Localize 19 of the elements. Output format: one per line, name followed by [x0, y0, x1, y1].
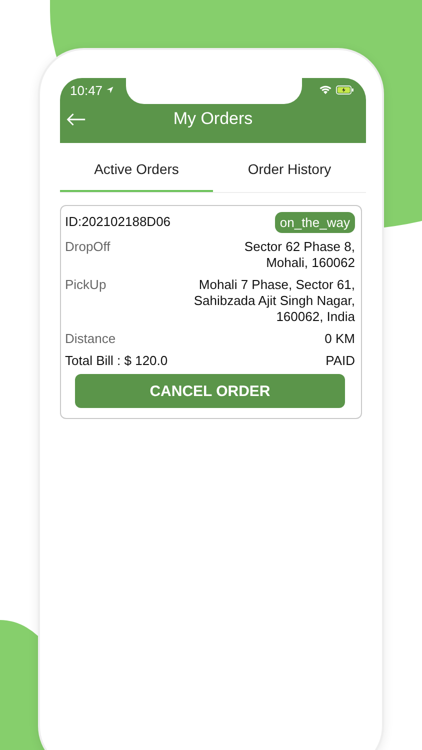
order-id: ID:202102188D06: [65, 213, 171, 229]
status-tag: on_the_way: [274, 212, 355, 233]
field-value: Sector 62 Phase 8, Mohali, 160062: [244, 239, 355, 271]
field-label: Distance: [65, 331, 116, 346]
wifi-icon: [319, 85, 332, 95]
screen-title: My Orders: [172, 109, 254, 129]
payment-status: PAID: [326, 353, 355, 368]
status-time: 10:47: [70, 82, 103, 98]
field-label: DropOff: [65, 239, 110, 254]
battery-icon: [336, 85, 354, 95]
field-value: Mohali 7 Phase, Sector 61, Sahibzada Ajit Singh Nagar, 160062, India: [194, 277, 355, 325]
total-bill: Total Bill : $ 120.0: [65, 353, 168, 368]
tab[interactable]: Order History: [213, 145, 366, 192]
location-icon: [106, 86, 114, 94]
field-label: PickUp: [65, 277, 106, 292]
back-arrow-icon[interactable]: [66, 112, 86, 126]
tab[interactable]: Active Orders: [60, 145, 213, 192]
cancel-order-button[interactable]: CANCEL ORDER: [75, 374, 345, 408]
field-value: 0 KM: [324, 331, 355, 347]
